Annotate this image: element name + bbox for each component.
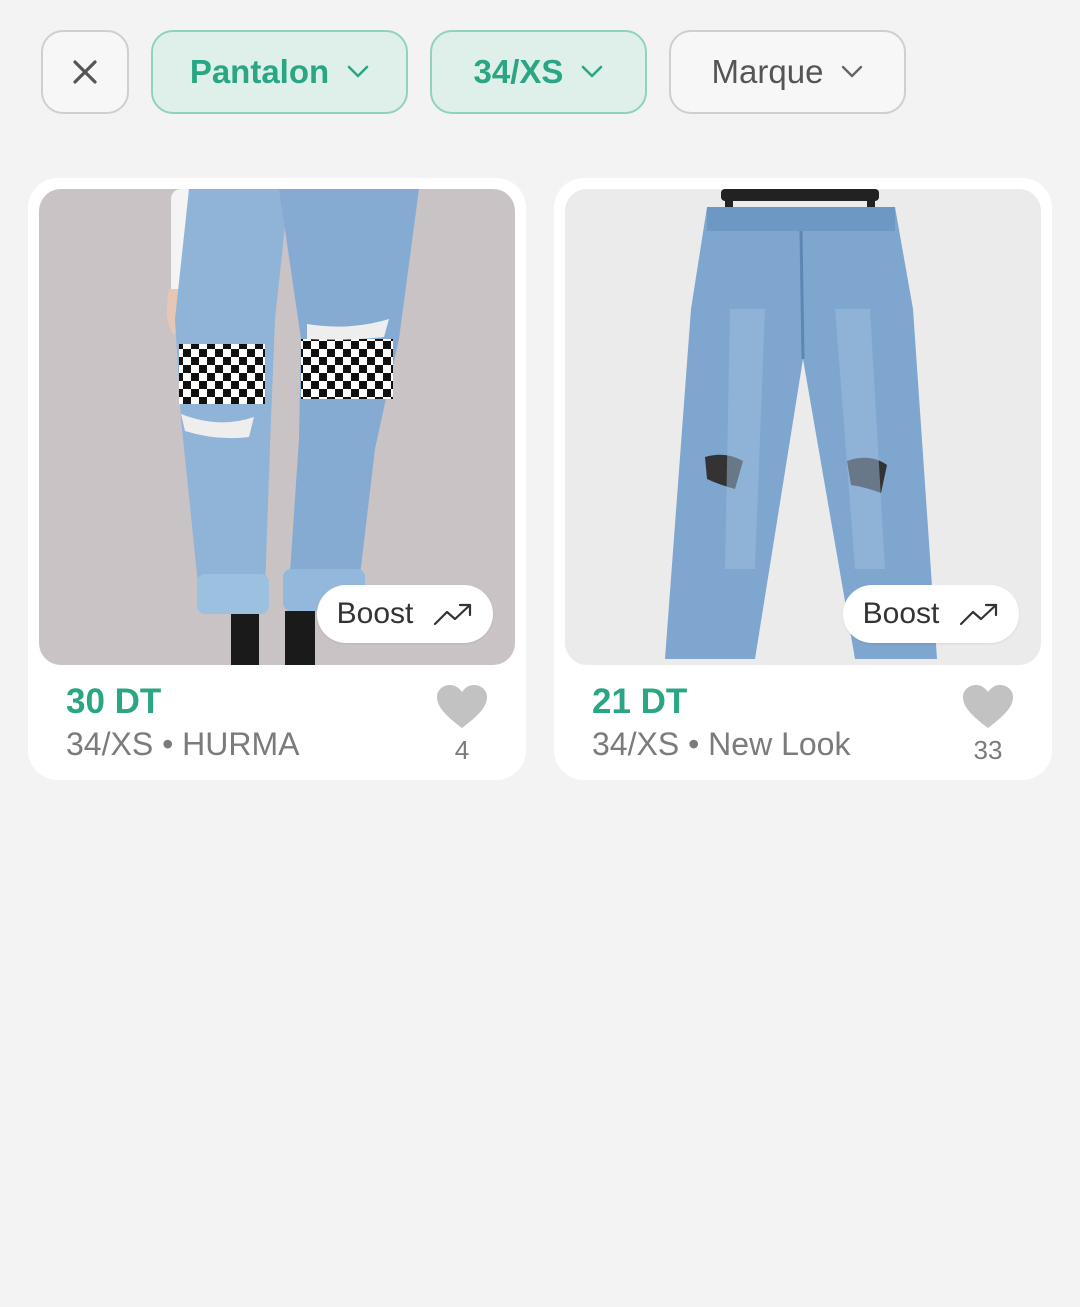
meta-separator: •: [162, 726, 174, 762]
product-card[interactable]: Boost 30 DT 34/XS • HURMA 4: [28, 178, 526, 780]
product-size: 34/XS: [66, 726, 154, 762]
product-meta: 34/XS • New Look: [592, 726, 850, 763]
meta-separator: •: [688, 726, 700, 762]
boost-label: Boost: [862, 597, 940, 630]
product-price: 30 DT: [66, 682, 162, 721]
trending-up-icon: [434, 603, 472, 626]
heart-icon[interactable]: [436, 684, 488, 730]
category-filter-chip[interactable]: Pantalon: [151, 30, 408, 114]
boost-label: Boost: [336, 597, 414, 630]
product-size: 34/XS: [592, 726, 680, 762]
product-meta: 34/XS • HURMA: [66, 726, 299, 763]
like-count: 4: [454, 735, 470, 765]
chevron-down-icon: [842, 65, 863, 78]
like-count: 33: [973, 735, 1003, 765]
product-image[interactable]: Boost: [39, 189, 515, 665]
heart-icon[interactable]: [962, 684, 1014, 730]
product-image[interactable]: Boost: [565, 189, 1041, 665]
size-filter-chip[interactable]: 34/XS: [430, 30, 647, 114]
chevron-down-icon: [582, 65, 603, 78]
product-card[interactable]: Boost 21 DT 34/XS • New Look 33: [554, 178, 1052, 780]
product-price: 21 DT: [592, 682, 688, 721]
size-filter-label: 34/XS: [473, 53, 564, 90]
brand-filter-chip[interactable]: Marque: [669, 30, 906, 114]
close-icon: [73, 60, 97, 84]
product-brand: New Look: [708, 726, 851, 762]
brand-filter-label: Marque: [711, 53, 824, 90]
trending-up-icon: [960, 603, 998, 626]
clear-filters-button[interactable]: [41, 30, 129, 114]
chevron-down-icon: [347, 65, 369, 78]
boost-button[interactable]: Boost: [317, 585, 493, 643]
boost-button[interactable]: Boost: [843, 585, 1019, 643]
product-brand: HURMA: [182, 726, 300, 762]
filter-bar: Pantalon 34/XS Marque: [41, 30, 906, 114]
category-filter-label: Pantalon: [189, 53, 330, 90]
